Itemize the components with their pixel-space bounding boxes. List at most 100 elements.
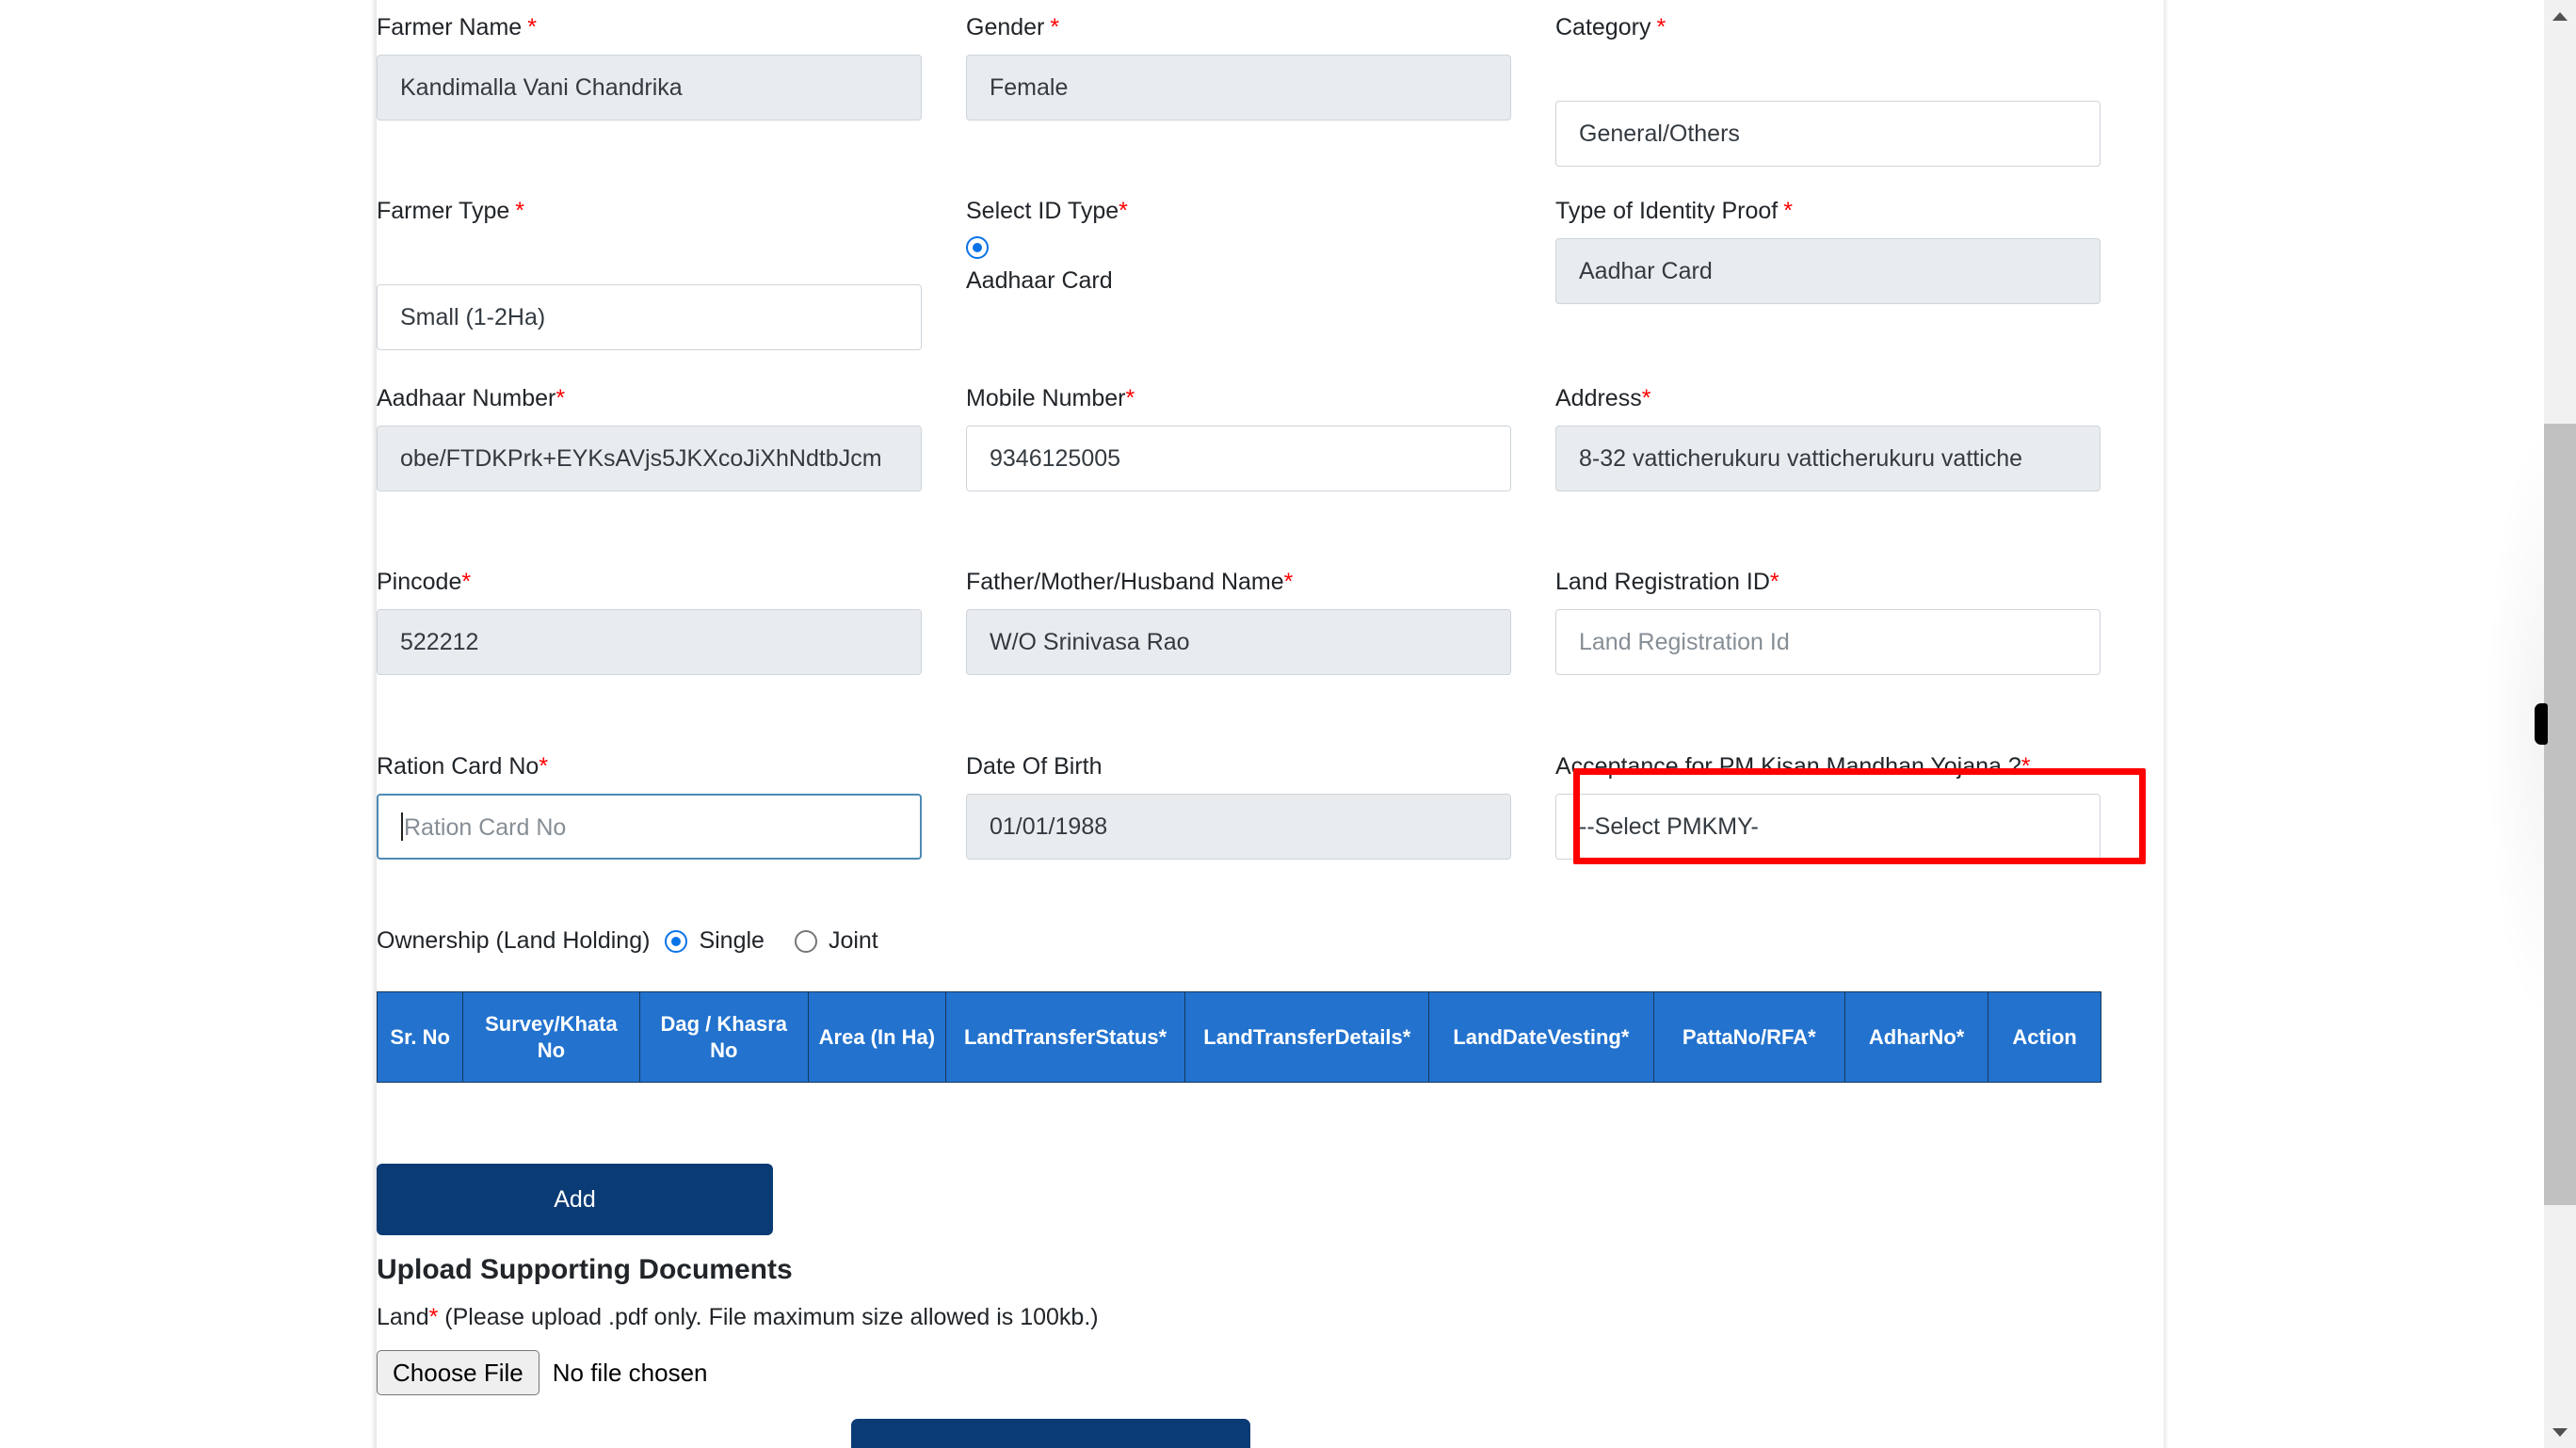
field-farmer-type: Farmer Type * Small (1-2Ha) (377, 197, 966, 350)
text-caret (401, 812, 403, 841)
required-asterisk: * (1783, 198, 1793, 224)
field-label: Land Registration ID* (1555, 568, 2145, 596)
ownership-option-joint[interactable]: Joint (794, 927, 878, 955)
page-root: Farmer Name * Kandimalla Vani Chandrika G… (0, 0, 2576, 1448)
pincode-input[interactable]: 522212 (377, 609, 922, 675)
field-label: Mobile Number* (966, 384, 1511, 412)
label-text: Category (1555, 14, 1651, 40)
label-text: Date Of Birth (966, 753, 1103, 780)
label-text: Aadhaar Number (377, 385, 556, 411)
ownership-option-joint-label: Joint (828, 927, 878, 954)
field-label: Date Of Birth (966, 752, 1511, 780)
vertical-scrollbar[interactable] (2544, 0, 2576, 1448)
form-row-3: Aadhaar Number* obe/FTDKPrk+EYKsAVjs5JKX… (377, 384, 2164, 491)
th-action[interactable]: Action (1988, 991, 2101, 1083)
submit-button-partial[interactable] (851, 1419, 1250, 1448)
required-asterisk: * (1119, 198, 1128, 224)
scrollbar-thumb[interactable] (2544, 424, 2576, 1205)
label-text: Ration Card No (377, 753, 539, 780)
label-text: Gender (966, 14, 1045, 40)
date-of-birth-input[interactable]: 01/01/1988 (966, 794, 1511, 860)
farmer-name-input[interactable]: Kandimalla Vani Chandrika (377, 55, 922, 121)
upload-note: Land* (Please upload .pdf only. File max… (377, 1304, 1099, 1331)
field-label: Address* (1555, 384, 2145, 412)
th-survey-khata-no[interactable]: Survey/Khata No (462, 991, 640, 1083)
required-asterisk: * (1769, 569, 1779, 595)
land-registration-id-input[interactable]: Land Registration Id (1555, 609, 2101, 675)
ownership-option-single[interactable]: Single (665, 927, 765, 955)
upload-note-label: Land (377, 1304, 429, 1330)
farmer-type-select[interactable]: Small (1-2Ha) (377, 284, 922, 350)
th-land-date-vesting[interactable]: LandDateVesting* (1428, 991, 1654, 1083)
field-address: Address* 8-32 vatticherukuru vatticheruk… (1555, 384, 2145, 491)
field-farmer-name: Farmer Name * Kandimalla Vani Chandrika (377, 13, 966, 167)
ration-card-no-placeholder: Ration Card No (404, 814, 567, 841)
land-file-upload-row: Choose File No file chosen (377, 1350, 708, 1395)
add-land-button[interactable]: Add (377, 1164, 773, 1235)
required-asterisk: * (1050, 14, 1060, 40)
ownership-row: Ownership (Land Holding) Single Joint (377, 927, 909, 955)
required-asterisk: * (555, 385, 566, 411)
choose-file-button[interactable]: Choose File (377, 1350, 539, 1395)
field-date-of-birth: Date Of Birth 01/01/1988 (966, 752, 1555, 860)
scroll-down-arrow-icon[interactable] (2544, 1416, 2576, 1448)
field-label: Aadhaar Number* (377, 384, 922, 412)
scroll-up-arrow-icon[interactable] (2544, 0, 2576, 32)
table-header-row: Sr. No Survey/Khata No Dag / Khasra No A… (376, 991, 2101, 1083)
field-guardian-name: Father/Mother/Husband Name* W/O Srinivas… (966, 568, 1555, 675)
category-select[interactable]: General/Others (1555, 101, 2101, 167)
th-patta-no-rfa[interactable]: PattaNo/RFA* (1652, 991, 1845, 1083)
mobile-number-input[interactable]: 9346125005 (966, 426, 1511, 491)
form-row-1: Farmer Name * Kandimalla Vani Chandrika G… (377, 13, 2164, 167)
id-type-radio-group[interactable]: Aadhaar Card (966, 236, 1511, 295)
required-asterisk: * (461, 569, 472, 595)
field-gender: Gender * Female (966, 13, 1555, 167)
th-sr-no[interactable]: Sr. No (376, 991, 464, 1083)
field-label: Ration Card No* (377, 752, 922, 780)
ownership-option-single-label: Single (699, 927, 765, 954)
label-text: Pincode (377, 569, 462, 595)
radio-aadhaar-card-label: Aadhaar Card (966, 267, 1113, 294)
required-asterisk: * (527, 14, 537, 40)
aadhaar-number-input[interactable]: obe/FTDKPrk+EYKsAVjs5JKXcoJiXhNdtbJcm (377, 426, 922, 491)
scroll-position-marker (2535, 703, 2548, 745)
required-asterisk: * (1656, 14, 1666, 40)
field-label: Select ID Type* (966, 197, 1511, 225)
form-row-5: Ration Card No* Ration Card No Date Of B… (377, 752, 2164, 860)
th-area-in-ha[interactable]: Area (In Ha) (808, 991, 946, 1083)
pmkmy-select[interactable]: --Select PMKMY- (1555, 794, 2101, 860)
farmer-registration-form: Farmer Name * Kandimalla Vani Chandrika G… (376, 0, 2164, 1448)
field-pmkmy-acceptance: Acceptance for PM Kisan Mandhan Yojana ?… (1555, 752, 2145, 860)
th-land-transfer-details[interactable]: LandTransferDetails* (1184, 991, 1430, 1083)
required-asterisk: * (515, 198, 524, 224)
identity-proof-input[interactable]: Aadhar Card (1555, 238, 2101, 304)
required-asterisk: * (428, 1304, 439, 1330)
address-input[interactable]: 8-32 vatticherukuru vatticherukuru vatti… (1555, 426, 2101, 491)
radio-joint[interactable] (794, 929, 817, 953)
upload-section-title: Upload Supporting Documents (377, 1254, 793, 1285)
chevron-down-icon (2552, 1428, 2568, 1437)
label-text: Address (1555, 385, 1642, 411)
field-type-of-identity-proof: Type of Identity Proof * Aadhar Card (1555, 197, 2145, 350)
required-asterisk: * (1125, 385, 1135, 411)
gender-input[interactable]: Female (966, 55, 1511, 121)
file-status-label: No file chosen (552, 1358, 708, 1387)
th-dag-khasra-no[interactable]: Dag / Khasra No (638, 991, 809, 1083)
ration-card-no-input[interactable]: Ration Card No (377, 794, 922, 860)
label-text: Farmer Name (377, 14, 523, 40)
radio-aadhaar-card[interactable] (966, 236, 989, 259)
label-text: Mobile Number (966, 385, 1126, 411)
field-category: Category * General/Others (1555, 13, 2145, 167)
field-label: Acceptance for PM Kisan Mandhan Yojana ?… (1555, 752, 2145, 780)
required-asterisk: * (1283, 569, 1294, 595)
th-land-transfer-status[interactable]: LandTransferStatus* (944, 991, 1186, 1083)
field-label: Father/Mother/Husband Name* (966, 568, 1511, 596)
label-text: Farmer Type (377, 198, 510, 224)
upload-note-text: (Please upload .pdf only. File maximum s… (438, 1304, 1099, 1330)
field-label: Farmer Name * (377, 13, 922, 41)
field-land-registration-id: Land Registration ID* Land Registration … (1555, 568, 2145, 675)
th-adhar-no[interactable]: AdharNo* (1843, 991, 1989, 1083)
radio-single[interactable] (665, 929, 688, 953)
chevron-up-icon (2552, 12, 2568, 21)
guardian-name-input[interactable]: W/O Srinivasa Rao (966, 609, 1511, 675)
